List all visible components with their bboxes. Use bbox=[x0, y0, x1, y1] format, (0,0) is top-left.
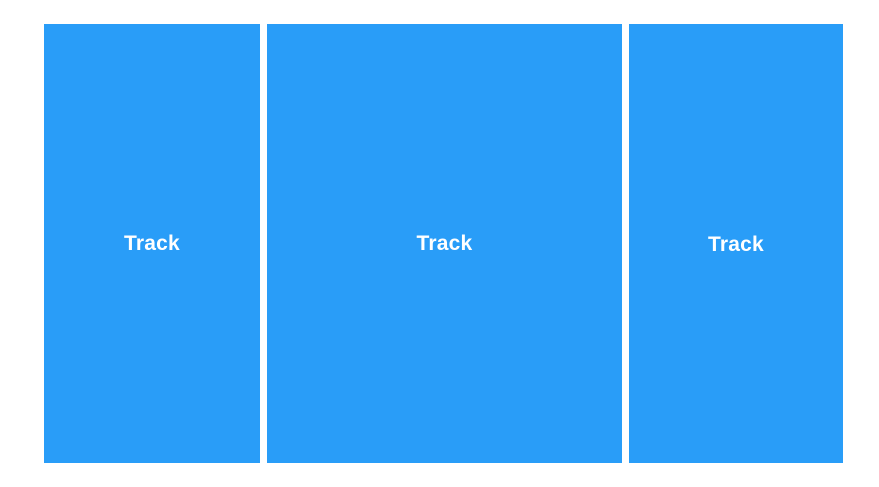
track-label-1: Track bbox=[124, 231, 180, 255]
track-label-3: Track bbox=[708, 232, 764, 256]
grid-track-1: Track bbox=[44, 24, 260, 463]
grid-track-2: Track bbox=[267, 24, 622, 463]
grid-track-3: Track bbox=[629, 24, 843, 463]
grid-tracks-diagram: Track Track Track bbox=[0, 0, 879, 487]
track-label-2: Track bbox=[416, 231, 473, 255]
